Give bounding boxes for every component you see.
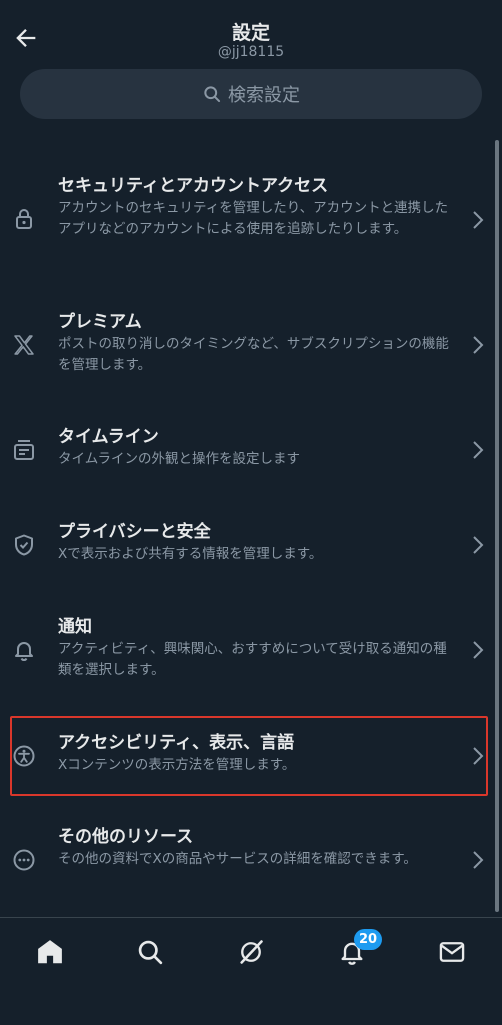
item-description: タイムラインの外観と操作を設定します <box>58 451 301 467</box>
chevron-right-icon <box>473 536 484 554</box>
lock-icon <box>16 209 32 229</box>
item-description: アクティビティ、興味関心、おすすめについて受け取る通知の種類を選択します。 <box>58 641 447 678</box>
item-description: ポストの取り消しのタイミングなど、サブスクリプションの機能を管理します。 <box>58 336 449 373</box>
shield-icon <box>15 534 33 556</box>
item-label: プレミアム <box>58 312 142 332</box>
item-description: その他の資料でXの商品やサービスの詳細を確認できます。 <box>58 851 417 867</box>
item-label: セキュリティとアカウントアクセス <box>58 176 329 196</box>
settings-item-notifications[interactable]: 通知 アクティビティ、興味関心、おすすめについて受け取る通知の種類を選択します。 <box>0 616 502 686</box>
search-icon <box>204 86 221 103</box>
bottom-navbar <box>0 917 502 1025</box>
accessibility-icon <box>13 745 35 767</box>
more-circle-icon <box>13 849 35 871</box>
item-description: Xコンテンツの表示方法を管理します。 <box>58 757 296 773</box>
item-label: 通知 <box>58 617 92 637</box>
chevron-right-icon <box>473 747 484 765</box>
grok-icon <box>240 940 263 964</box>
nav-grok[interactable] <box>231 932 271 972</box>
bell-icon <box>15 642 33 661</box>
chevron-right-icon <box>473 641 484 659</box>
notification-count-badge: 20 <box>354 929 383 950</box>
nav-home[interactable] <box>30 932 70 972</box>
item-label: アクセシビリティ、表示、言語 <box>58 733 295 753</box>
scrollbar[interactable] <box>495 140 499 912</box>
home-icon <box>38 940 62 964</box>
nav-messages[interactable] <box>432 932 472 972</box>
search-settings-input[interactable]: 検索設定 <box>20 69 482 119</box>
settings-item-security[interactable]: セキュリティとアカウントアクセス アカウントのセキュリティを管理したり、アカウン… <box>0 175 502 270</box>
item-label: タイムライン <box>58 427 159 447</box>
item-description: アカウントのセキュリティを管理したり、アカウントと連携したアプリなどのアカウント… <box>58 200 449 237</box>
item-description: Xで表示および共有する情報を管理します。 <box>58 546 323 562</box>
chevron-right-icon <box>473 211 484 229</box>
settings-item-accessibility[interactable]: アクセシビリティ、表示、言語 Xコンテンツの表示方法を管理します。 <box>0 732 502 782</box>
header: 設定 @jj18115 検索設定 <box>0 0 502 130</box>
search-icon <box>138 940 163 965</box>
settings-item-resources[interactable]: その他のリソース その他の資料でXの商品やサービスの詳細を確認できます。 <box>0 826 502 896</box>
settings-item-privacy[interactable]: プライバシーと安全 Xで表示および共有する情報を管理します。 <box>0 521 502 571</box>
page-title: 設定 <box>231 22 270 44</box>
item-label: その他のリソース <box>58 827 194 847</box>
search-placeholder: 検索設定 <box>228 85 300 106</box>
chevron-right-icon <box>473 441 484 459</box>
timeline-icon <box>14 440 34 460</box>
chevron-right-icon <box>473 851 484 869</box>
item-label: プライバシーと安全 <box>58 522 211 542</box>
nav-search[interactable] <box>130 932 170 972</box>
messages-icon <box>439 942 465 962</box>
x-logo-icon <box>14 335 34 355</box>
settings-item-premium[interactable]: プレミアム ポストの取り消しのタイミングなど、サブスクリプションの機能を管理しま… <box>0 311 502 381</box>
chevron-right-icon <box>473 336 484 354</box>
settings-item-timeline[interactable]: タイムライン タイムラインの外観と操作を設定します <box>0 426 502 476</box>
account-handle: @jj18115 <box>217 44 285 60</box>
